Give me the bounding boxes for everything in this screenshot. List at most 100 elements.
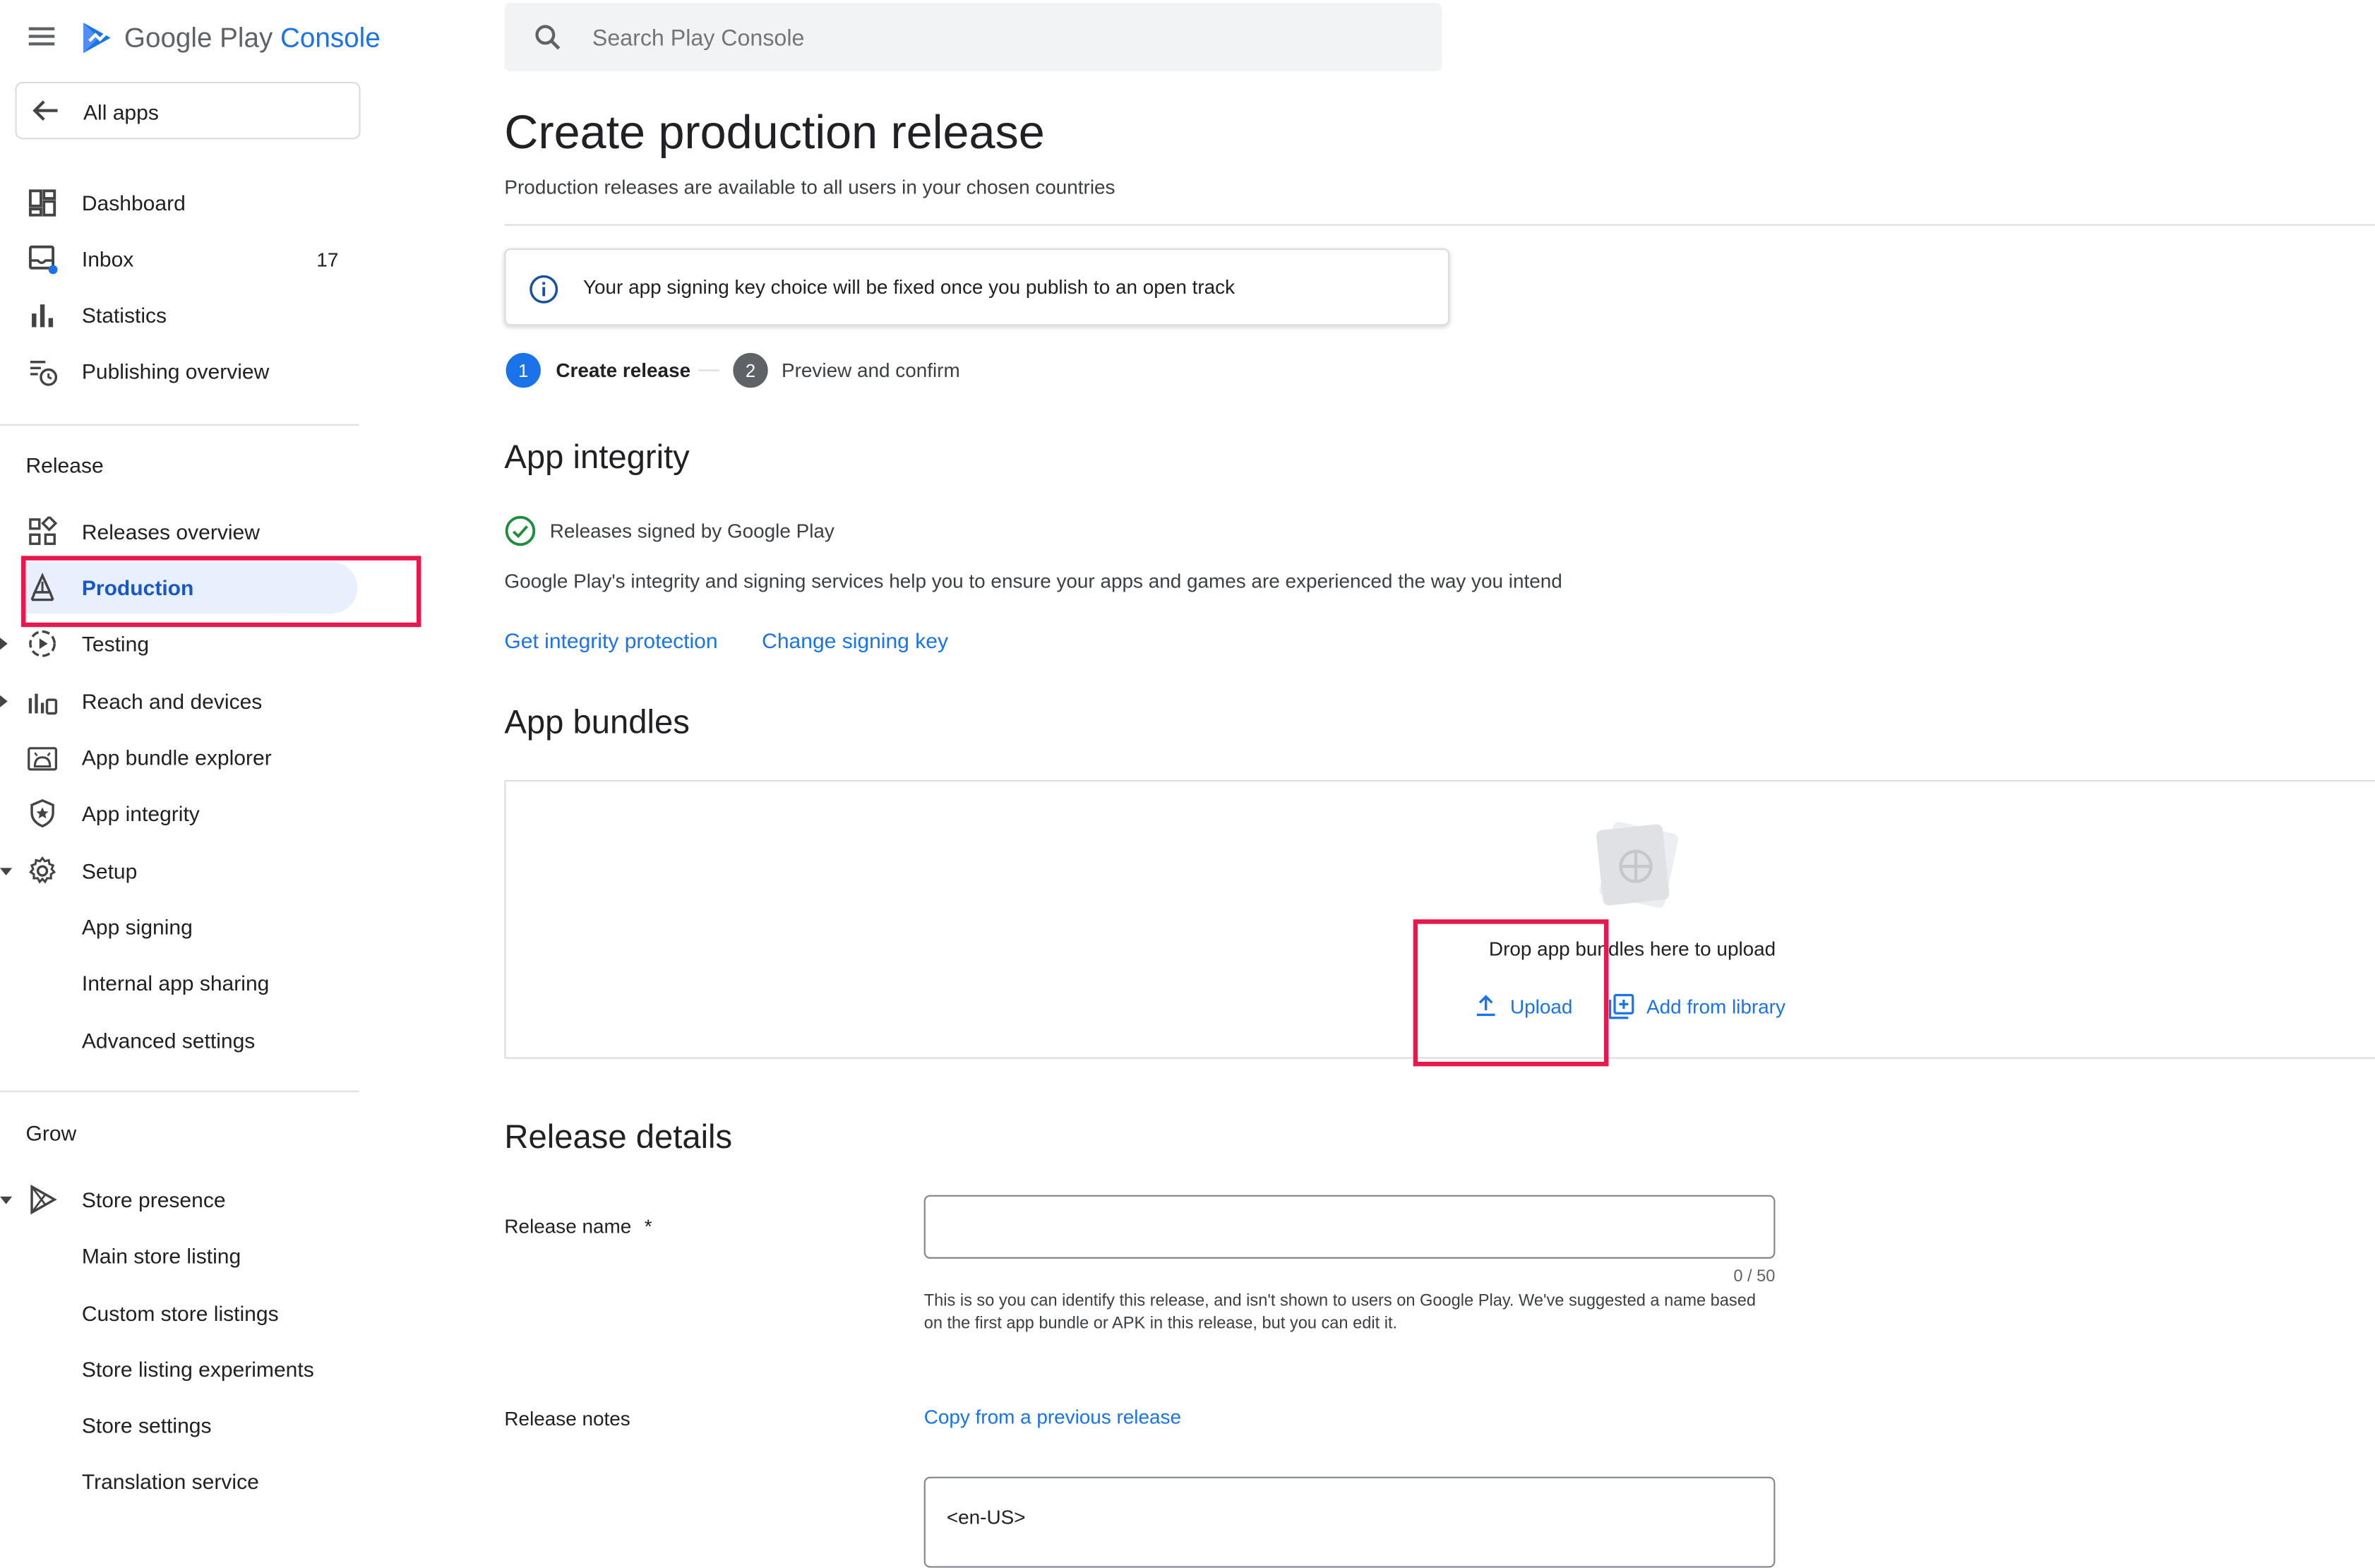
step-2-label: Preview and confirm <box>782 359 960 382</box>
page-subtitle: Production releases are available to all… <box>504 175 1115 199</box>
arrow-back-icon <box>32 100 58 121</box>
section-heading-release: Release <box>25 453 104 477</box>
search-icon <box>535 25 561 50</box>
all-apps-label: All apps <box>83 100 159 124</box>
inbox-icon <box>28 245 58 275</box>
dashboard-icon <box>28 189 56 217</box>
sidebar-item-statistics[interactable]: Statistics <box>0 289 361 341</box>
sidebar-item-dashboard[interactable]: Dashboard <box>0 177 361 229</box>
sidebar-item-label: Setup <box>81 858 138 883</box>
sidebar-item-label: Store settings <box>81 1413 212 1437</box>
step-2-number: 2 <box>733 352 768 388</box>
sidebar-item-label: Dashboard <box>81 191 186 215</box>
sidebar-item-label: Internal app sharing <box>81 971 270 995</box>
info-banner: Your app signing key choice will be fixe… <box>504 248 1450 326</box>
search-bar[interactable] <box>504 3 1442 75</box>
all-apps-button[interactable]: All apps <box>15 81 361 140</box>
sidebar-item-label: Testing <box>81 631 150 656</box>
sidebar-item-store-settings[interactable]: Store settings <box>0 1399 361 1451</box>
step-1-number: 1 <box>505 352 541 388</box>
bar-chart-icon <box>32 304 54 328</box>
sidebar-item-label: Reach and devices <box>81 689 263 714</box>
step-1-label: Create release <box>556 359 691 382</box>
sidebar-item-label: Inbox <box>81 246 134 272</box>
app-bundles-heading: App bundles <box>504 702 690 741</box>
expand-caret-icon[interactable] <box>0 695 8 707</box>
sidebar-item-internal-app-sharing[interactable]: Internal app sharing <box>0 957 361 1009</box>
release-notes-value: <en-US> <box>946 1505 1026 1528</box>
expand-caret-icon[interactable] <box>0 638 8 650</box>
get-integrity-protection-link[interactable]: Get integrity protection <box>504 628 717 652</box>
sidebar-item-label: Main store listing <box>81 1243 241 1268</box>
section-heading-grow: Grow <box>25 1120 77 1145</box>
sidebar-item-app-integrity[interactable]: App integrity <box>0 788 361 839</box>
highlight-production <box>21 556 421 628</box>
collapse-caret-icon[interactable] <box>0 1196 13 1204</box>
release-name-label: Release name * <box>504 1215 652 1238</box>
add-from-library-button[interactable]: Add from library <box>1608 991 1785 1021</box>
sidebar-item-inbox[interactable]: Inbox 17 <box>0 233 361 285</box>
sidebar-item-publishing-overview[interactable]: Publishing overview <box>0 345 361 397</box>
integrity-description: Google Play's integrity and signing serv… <box>504 569 1562 592</box>
store-play-icon <box>30 1184 57 1215</box>
menu-icon[interactable] <box>28 23 58 50</box>
app-bundle-illustration-icon <box>1596 822 1679 908</box>
sidebar-item-translation-service[interactable]: Translation service <box>0 1456 361 1507</box>
publishing-icon <box>30 361 58 386</box>
copy-previous-release-link[interactable]: Copy from a previous release <box>924 1406 1181 1428</box>
gear-icon <box>29 856 56 884</box>
sidebar-item-label: Advanced settings <box>81 1028 256 1053</box>
sidebar-divider <box>0 1090 359 1092</box>
sidebar-item-reach-and-devices[interactable]: Reach and devices <box>0 676 361 727</box>
step-1[interactable]: 1 Create release <box>505 352 691 388</box>
logo-console: Console <box>280 22 381 53</box>
release-name-input[interactable] <box>923 1195 1776 1259</box>
sidebar-item-label: App signing <box>81 914 193 940</box>
sidebar-item-label: Translation service <box>81 1469 259 1494</box>
highlight-upload <box>1413 919 1609 1067</box>
sidebar-item-app-bundle-explorer[interactable]: App bundle explorer <box>0 731 361 783</box>
collapse-caret-icon[interactable] <box>0 868 13 876</box>
release-notes-textarea[interactable]: <en-US> <box>923 1476 1776 1568</box>
play-logo-icon <box>83 23 111 54</box>
search-input[interactable] <box>589 3 1413 75</box>
logo-google-play: Google Play <box>124 22 273 53</box>
releases-grid-icon <box>29 516 58 545</box>
change-signing-key-link[interactable]: Change signing key <box>762 628 948 652</box>
sidebar-item-custom-store-listings[interactable]: Custom store listings <box>0 1288 361 1339</box>
sidebar-divider <box>0 424 359 426</box>
page-title: Create production release <box>504 106 1045 160</box>
android-icon <box>28 747 57 771</box>
sidebar-item-label: Releases overview <box>81 519 260 544</box>
sidebar-item-main-store-listing[interactable]: Main store listing <box>0 1230 361 1281</box>
shield-icon <box>30 798 54 828</box>
header-divider <box>504 224 2375 226</box>
step-2[interactable]: 2 Preview and confirm <box>733 352 960 388</box>
library-add-icon <box>1608 993 1634 1019</box>
release-name-label-text: Release name <box>504 1214 632 1238</box>
check-circle-icon <box>505 515 536 546</box>
sidebar-item-store-listing-experiments[interactable]: Store listing experiments <box>0 1343 361 1395</box>
add-from-library-label: Add from library <box>1646 994 1785 1017</box>
sidebar-item-label: App integrity <box>81 801 200 826</box>
sidebar-item-label: Store presence <box>81 1187 226 1212</box>
step-connector <box>698 369 720 371</box>
release-details-heading: Release details <box>504 1118 733 1156</box>
sidebar-item-advanced-settings[interactable]: Advanced settings <box>0 1015 361 1066</box>
sidebar-item-label: Publishing overview <box>81 359 270 383</box>
sidebar-item-store-presence[interactable]: Store presence <box>0 1174 361 1226</box>
inbox-count-badge: 17 <box>316 247 339 270</box>
play-console-logo[interactable]: Google Play Console <box>79 18 381 58</box>
release-name-char-count: 0 / 50 <box>1733 1267 1776 1286</box>
info-banner-text: Your app signing key choice will be fixe… <box>582 275 1236 299</box>
sidebar-item-app-signing[interactable]: App signing <box>0 902 361 953</box>
sidebar-item-label: Custom store listings <box>81 1300 279 1326</box>
sidebar-item-setup[interactable]: Setup <box>0 845 361 897</box>
info-icon <box>530 275 558 304</box>
integrity-status-text: Releases signed by Google Play <box>549 519 834 543</box>
reach-icon <box>28 693 58 715</box>
sidebar-item-releases-overview[interactable]: Releases overview <box>0 506 361 558</box>
app-integrity-heading: App integrity <box>504 438 690 476</box>
required-mark: * <box>644 1214 652 1238</box>
release-name-help: This is so you can identify this release… <box>923 1292 1756 1333</box>
